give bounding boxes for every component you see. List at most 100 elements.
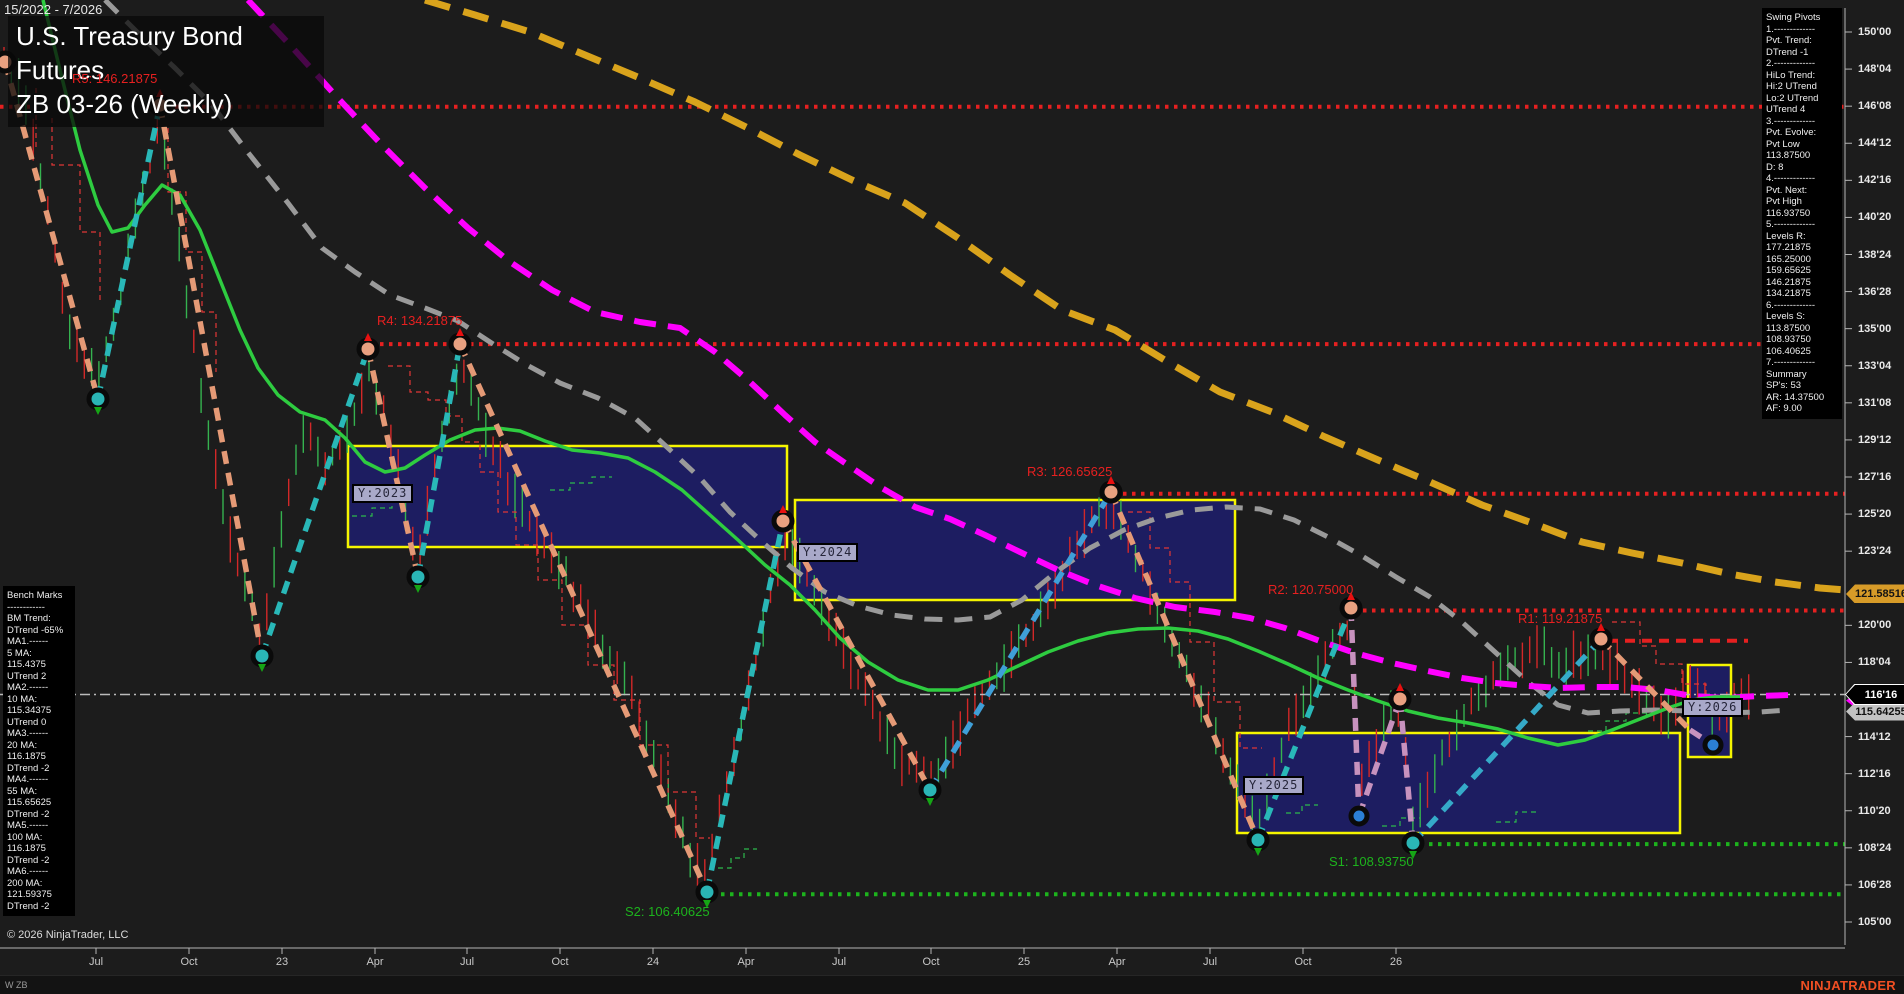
time-tick-label: Oct	[551, 956, 569, 968]
price-tick-label: 118'04	[1858, 656, 1891, 669]
time-tick-label: 23	[275, 956, 289, 968]
price-tick-label: 112'16	[1858, 767, 1891, 780]
swing-leg	[157, 104, 265, 657]
price-tick-label: 120'00	[1858, 619, 1892, 632]
panel-line: MA5.------	[7, 820, 49, 831]
pivot-marker	[356, 337, 380, 361]
panel-line: DTrend -2	[7, 900, 50, 912]
panel-line: 55 MA:	[7, 785, 38, 797]
pivot-marker	[1702, 734, 1724, 756]
price-tick-label: 110'20	[1858, 804, 1891, 817]
panel-line: MA2.------	[7, 682, 49, 693]
swing-leg	[704, 520, 786, 893]
level-label-S2: S2: 106.40625	[625, 904, 710, 919]
time-tick-label: Apr	[1108, 956, 1126, 968]
panel-line: 10 MA:	[7, 693, 38, 705]
time-tick-label: Jul	[1202, 956, 1218, 968]
level-label-S1: S1: 108.93750	[1329, 854, 1414, 869]
price-tick-label: 129'12	[1858, 433, 1892, 446]
panel-line: 106.40625	[1766, 345, 1811, 357]
level-label-R5: R5: 146.21875	[72, 71, 158, 86]
panel-line: MA4.------	[7, 774, 49, 785]
chart-title: U.S. Treasury Bond Futures ZB 03-26 (Wee…	[8, 16, 324, 128]
pivot-marker	[771, 509, 795, 533]
panel-line: 146.21875	[1766, 276, 1811, 288]
panel-line: DTrend -65%	[7, 624, 64, 636]
price-tick-label: 127'16	[1858, 471, 1892, 483]
time-tick-label: Jul	[88, 956, 104, 968]
panel-line: 116.1875	[7, 843, 46, 854]
panel-line: SP's: 53	[1766, 380, 1802, 391]
swing-pivots-panel: Swing Pivots 1.------------- Pvt. Trend: DT…	[1762, 8, 1842, 419]
panel-line: 4.-------------	[1766, 173, 1816, 184]
panel-line: Pvt. Trend:	[1766, 35, 1812, 46]
panel-line: 121.59375	[7, 889, 52, 900]
year-label: Y:2024	[797, 543, 859, 562]
axis-marker: 116'16	[1846, 685, 1904, 705]
pivot-marker	[250, 644, 274, 668]
axis-marker: 121.58516	[1846, 584, 1904, 604]
price-tick-label: 133'04	[1858, 359, 1892, 372]
price-tick-label: 114'12	[1858, 730, 1891, 743]
bench-marks-panel: Bench Marks ------------ BM Trend: DTrend -…	[3, 586, 75, 916]
pivot-marker	[448, 332, 472, 356]
price-tick-label: 142'16	[1858, 174, 1892, 187]
panel-line: 100 MA:	[7, 831, 43, 843]
panel-line: 116.1875	[7, 751, 46, 762]
price-tick-label: 136'28	[1858, 285, 1892, 298]
copyright-text: © 2026 NinjaTrader, LLC	[7, 929, 129, 941]
ninjatrader-chart-window: 15/2022 - 7/2026 U.S. Treasury Bond Futu…	[0, 0, 1904, 994]
chart-title-line1: U.S. Treasury Bond Futures	[16, 21, 243, 85]
time-tick-label: Jul	[831, 956, 847, 968]
time-tick-label: 26	[1389, 956, 1403, 968]
pivot-marker	[1348, 805, 1370, 827]
panel-line: 7.-------------	[1766, 357, 1816, 368]
panel-line: Levels S:	[1766, 311, 1806, 322]
pivot-marker	[1589, 627, 1613, 651]
price-tick-label: 148'04	[1858, 63, 1892, 76]
time-tick-label: 24	[646, 956, 660, 968]
panel-line: MA3.------	[7, 728, 49, 739]
level-label-R1: R1: 119.21875	[1518, 611, 1603, 626]
panel-line: HiLo Trend:	[1766, 69, 1816, 81]
panel-line: 159.65625	[1766, 265, 1811, 276]
panel-line: DTrend -1	[1766, 46, 1809, 58]
price-tick-label: 123'24	[1858, 545, 1892, 558]
panel-line: 115.4375	[7, 659, 46, 670]
chart-title-line2: ZB 03-26 (Weekly)	[16, 88, 233, 119]
pivot-marker	[1246, 828, 1270, 852]
panel-line: Lo:2 UTrend	[1766, 92, 1819, 104]
panel-line: 5.-------------	[1766, 219, 1816, 230]
panel-line: 177.21875	[1766, 242, 1811, 253]
price-tick-label: 146'08	[1858, 100, 1892, 113]
price-tick-label: 150'00	[1858, 26, 1892, 38]
level-label-R2: R2: 120.75000	[1268, 582, 1354, 597]
panel-line: Levels R:	[1766, 230, 1806, 242]
panel-line: ------------	[7, 601, 45, 613]
panel-line: Pvt High	[1766, 196, 1802, 207]
time-tick-label: Apr	[366, 956, 384, 968]
panel-line: MA1.------	[7, 636, 49, 647]
chart-canvas[interactable]	[0, 0, 1904, 994]
panel-line: Pvt Low	[1766, 138, 1800, 150]
panel-line: 115.65625	[7, 797, 52, 808]
time-tick-label: 25	[1017, 956, 1031, 968]
status-bar: W ZB NINJATRADER	[0, 975, 1904, 994]
year-label: Y:2025	[1243, 776, 1305, 795]
panel-line: Hi:2 UTrend	[1766, 81, 1817, 92]
panel-line: Pvt. Next:	[1766, 184, 1808, 196]
panel-line: DTrend -2	[7, 808, 50, 820]
price-tick-label: 106'28	[1858, 878, 1892, 891]
panel-line: D: 8	[1766, 161, 1784, 173]
panel-line: 113.87500	[1766, 322, 1811, 334]
ninjatrader-logo: NINJATRADER	[1800, 978, 1896, 993]
panel-line: 115.34375	[7, 705, 52, 716]
panel-line: 6.-------------	[1766, 299, 1816, 311]
panel-line: DTrend -2	[7, 762, 50, 774]
pivot-marker	[1339, 596, 1363, 620]
level-label-R4: R4: 134.21875	[377, 313, 463, 328]
time-tick-label: Oct	[922, 956, 940, 968]
pivot-marker	[1401, 831, 1425, 855]
panel-line: 134.21875	[1766, 288, 1811, 299]
status-instrument-label: W ZB	[5, 980, 28, 990]
